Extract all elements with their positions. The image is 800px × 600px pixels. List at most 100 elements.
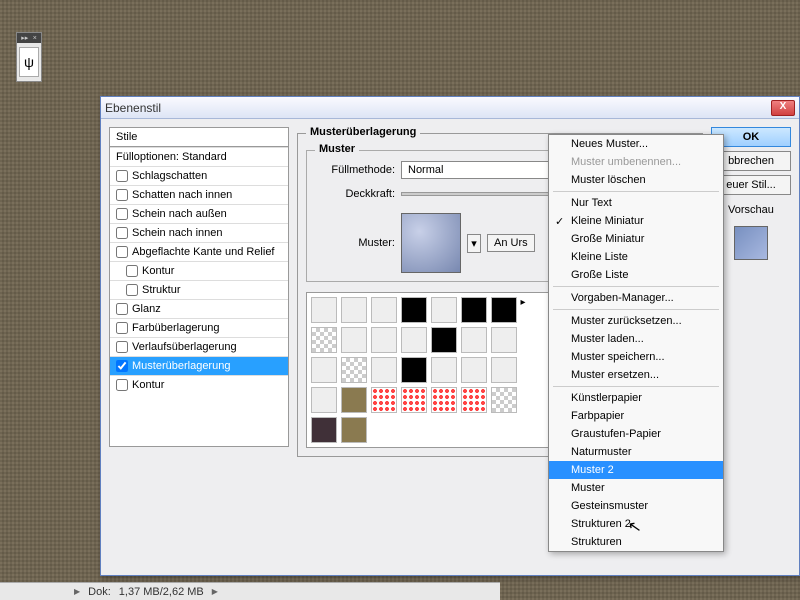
pattern-thumbnail[interactable] xyxy=(461,357,487,383)
style-checkbox[interactable] xyxy=(126,265,138,277)
pattern-thumbnail[interactable] xyxy=(371,297,397,323)
pattern-context-menu: Neues Muster...Muster umbenennen...Muste… xyxy=(548,134,724,552)
styles-panel: Stile Fülloptionen: Standard Schlagschat… xyxy=(109,127,289,567)
style-checkbox[interactable] xyxy=(116,303,128,315)
pattern-thumbnail[interactable] xyxy=(341,387,367,413)
style-checkbox[interactable] xyxy=(116,246,128,258)
style-checkbox[interactable] xyxy=(116,170,128,182)
pattern-thumbnail[interactable] xyxy=(371,387,397,413)
pattern-swatch[interactable] xyxy=(401,213,461,273)
usb-icon[interactable]: ψ xyxy=(19,47,39,77)
opacity-label: Deckkraft: xyxy=(315,188,395,200)
style-item[interactable]: Musterüberlagerung xyxy=(110,356,288,375)
menu-item[interactable]: Strukturen 2 xyxy=(549,515,723,533)
menu-item[interactable]: Neues Muster... xyxy=(549,135,723,153)
style-checkbox[interactable] xyxy=(116,360,128,372)
styles-header: Stile xyxy=(109,127,289,147)
pattern-thumbnail[interactable] xyxy=(311,327,337,353)
pattern-thumbnail[interactable] xyxy=(401,297,427,323)
pattern-thumbnail[interactable] xyxy=(431,297,457,323)
menu-item[interactable]: Gesteinsmuster xyxy=(549,497,723,515)
style-checkbox[interactable] xyxy=(116,208,128,220)
menu-item[interactable]: Kleine Miniatur✓ xyxy=(549,212,723,230)
snap-origin-button[interactable]: An Urs xyxy=(487,234,535,252)
pattern-thumbnail[interactable] xyxy=(371,327,397,353)
pattern-thumbnail[interactable] xyxy=(341,417,367,443)
style-item[interactable]: Kontur xyxy=(110,375,288,394)
menu-item[interactable]: Farbpapier xyxy=(549,407,723,425)
menu-item[interactable]: Künstlerpapier xyxy=(549,389,723,407)
inner-title: Muster xyxy=(315,143,359,155)
pattern-thumbnail[interactable] xyxy=(311,417,337,443)
style-item[interactable]: Farbüberlagerung xyxy=(110,318,288,337)
pattern-thumbnail[interactable] xyxy=(401,357,427,383)
pattern-thumbnail[interactable] xyxy=(401,387,427,413)
pattern-thumbnail[interactable] xyxy=(401,327,427,353)
pattern-thumbnail[interactable] xyxy=(491,297,517,323)
style-item[interactable]: Schlagschatten xyxy=(110,166,288,185)
menu-item[interactable]: Große Miniatur xyxy=(549,230,723,248)
close-button[interactable]: X xyxy=(771,100,795,116)
doc-label: Dok: xyxy=(88,586,111,598)
pattern-thumbnail[interactable] xyxy=(311,297,337,323)
pattern-thumbnail[interactable] xyxy=(341,357,367,383)
menu-item[interactable]: Kleine Liste xyxy=(549,248,723,266)
fill-options[interactable]: Fülloptionen: Standard xyxy=(110,147,288,166)
style-checkbox[interactable] xyxy=(116,189,128,201)
statusbar: ▶ Dok: 1,37 MB/2,62 MB ▶ xyxy=(0,582,500,600)
pattern-thumbnail[interactable] xyxy=(491,387,517,413)
pattern-thumbnail[interactable] xyxy=(431,327,457,353)
pattern-thumbnail[interactable] xyxy=(311,387,337,413)
style-item[interactable]: Glanz xyxy=(110,299,288,318)
menu-item[interactable]: Strukturen xyxy=(549,533,723,551)
style-item[interactable]: Verlaufsüberlagerung xyxy=(110,337,288,356)
doc-size: 1,37 MB/2,62 MB xyxy=(119,586,204,598)
pattern-thumbnail[interactable] xyxy=(341,327,367,353)
pattern-thumbnail[interactable] xyxy=(341,297,367,323)
picker-flyout-icon[interactable]: ▸ xyxy=(519,297,527,308)
titlebar[interactable]: Ebenenstil X xyxy=(101,97,799,119)
menu-item[interactable]: Muster 2 xyxy=(549,461,723,479)
pattern-thumbnail[interactable] xyxy=(461,297,487,323)
pattern-thumbnail[interactable] xyxy=(371,357,397,383)
pattern-thumbnail[interactable] xyxy=(311,357,337,383)
pattern-thumbnail[interactable] xyxy=(431,387,457,413)
menu-item[interactable]: Muster speichern... xyxy=(549,348,723,366)
usb-tool-palette[interactable]: ▸▸× ψ xyxy=(16,32,42,82)
pattern-thumbnail[interactable] xyxy=(491,327,517,353)
style-item[interactable]: Kontur xyxy=(110,261,288,280)
style-checkbox[interactable] xyxy=(116,379,128,391)
blend-label: Füllmethode: xyxy=(315,164,395,176)
menu-item[interactable]: Naturmuster xyxy=(549,443,723,461)
menu-item[interactable]: Vorgaben-Manager... xyxy=(549,289,723,307)
style-checkbox[interactable] xyxy=(126,284,138,296)
pattern-thumbnail[interactable] xyxy=(431,357,457,383)
style-item[interactable]: Schein nach innen xyxy=(110,223,288,242)
pattern-thumbnail[interactable] xyxy=(461,387,487,413)
style-item[interactable]: Abgeflachte Kante und Relief xyxy=(110,242,288,261)
menu-item[interactable]: Muster laden... xyxy=(549,330,723,348)
pattern-thumbnail[interactable] xyxy=(461,327,487,353)
menu-item[interactable]: Große Liste xyxy=(549,266,723,284)
menu-item[interactable]: Muster zurücksetzen... xyxy=(549,312,723,330)
menu-item[interactable]: Muster löschen xyxy=(549,171,723,189)
style-item[interactable]: Struktur xyxy=(110,280,288,299)
pattern-thumbnail[interactable] xyxy=(491,357,517,383)
style-checkbox[interactable] xyxy=(116,341,128,353)
menu-item[interactable]: Graustufen-Papier xyxy=(549,425,723,443)
pattern-dropdown-icon[interactable]: ▾ xyxy=(467,234,481,253)
style-item[interactable]: Schatten nach innen xyxy=(110,185,288,204)
menu-item[interactable]: Muster ersetzen... xyxy=(549,366,723,384)
style-checkbox[interactable] xyxy=(116,227,128,239)
style-checkbox[interactable] xyxy=(116,322,128,334)
menu-item: Muster umbenennen... xyxy=(549,153,723,171)
palette-header[interactable]: ▸▸× xyxy=(17,33,41,43)
menu-item[interactable]: Muster xyxy=(549,479,723,497)
preview-swatch xyxy=(734,226,768,260)
menu-item[interactable]: Nur Text xyxy=(549,194,723,212)
dialog-title: Ebenenstil xyxy=(105,101,771,115)
flyout-icon[interactable]: ▶ xyxy=(212,587,218,596)
style-item[interactable]: Schein nach außen xyxy=(110,204,288,223)
flyout-icon[interactable]: ▶ xyxy=(74,587,80,596)
styles-list: Fülloptionen: Standard SchlagschattenSch… xyxy=(109,147,289,447)
